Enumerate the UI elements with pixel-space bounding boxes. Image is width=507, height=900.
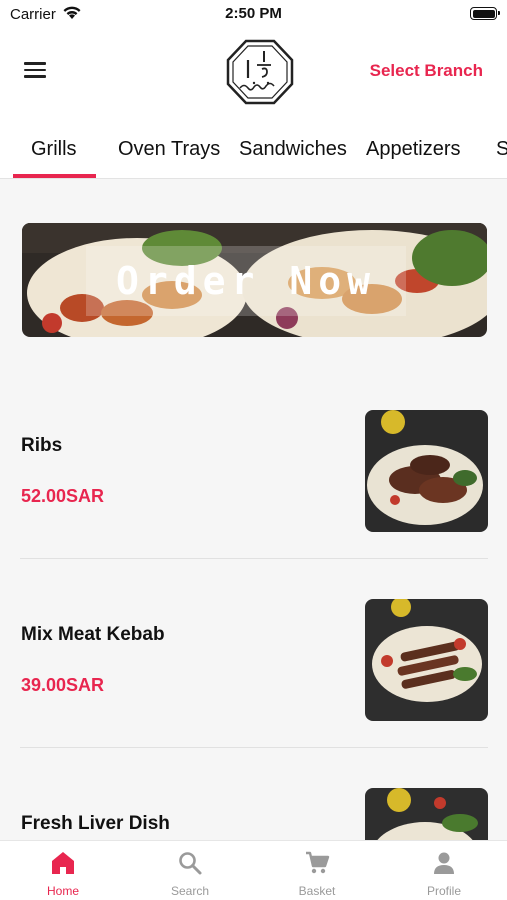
tabbar-label: Home [46,884,79,898]
category-tabs: Grills Oven Trays Sandwiches Appetizers … [0,116,507,179]
app-header: Select Branch [0,28,507,116]
profile-icon [434,852,454,874]
item-name: Fresh Liver Dish [21,813,170,834]
tab-oven-trays[interactable]: Oven Trays [118,138,220,161]
tab-more[interactable]: S [496,138,507,161]
menu-item-mix-meat-kebab[interactable]: Mix Meat Kebab 39.00SAR [0,559,507,748]
banner-title: Order Now [116,259,376,303]
tab-appetizers[interactable]: Appetizers [366,138,461,161]
tabbar-home[interactable]: Home [0,841,126,900]
home-icon [52,852,74,874]
tab-sandwiches[interactable]: Sandwiches [239,138,347,161]
active-tab-indicator [13,174,96,178]
tabbar-profile[interactable]: Profile [381,841,507,900]
order-now-banner[interactable]: Order Now [22,223,487,337]
status-bar: Carrier 2:50 PM [0,0,507,28]
item-price: 39.00SAR [21,675,105,695]
tab-grills[interactable]: Grills [31,138,77,161]
select-branch-button[interactable]: Select Branch [370,61,483,81]
item-price: 52.00SAR [21,486,105,506]
tabbar-label: Basket [298,884,336,898]
search-icon [179,852,202,875]
tabbar-label: Profile [426,884,461,898]
bottom-tab-bar: Home Search Basket Profile [0,840,507,900]
tabbar-search[interactable]: Search [127,841,253,900]
restaurant-logo-icon [226,39,294,105]
battery-icon [470,7,500,20]
status-time: 2:50 PM [225,5,282,22]
tabbar-label: Search [170,884,210,898]
item-image [365,599,488,721]
tabbar-basket[interactable]: Basket [254,841,380,900]
item-name: Ribs [21,435,63,456]
item-name: Mix Meat Kebab [21,624,165,645]
hamburger-menu-icon[interactable] [24,62,46,80]
cart-icon [306,851,330,874]
item-image [365,410,488,532]
menu-item-ribs[interactable]: Ribs 52.00SAR [0,370,507,559]
